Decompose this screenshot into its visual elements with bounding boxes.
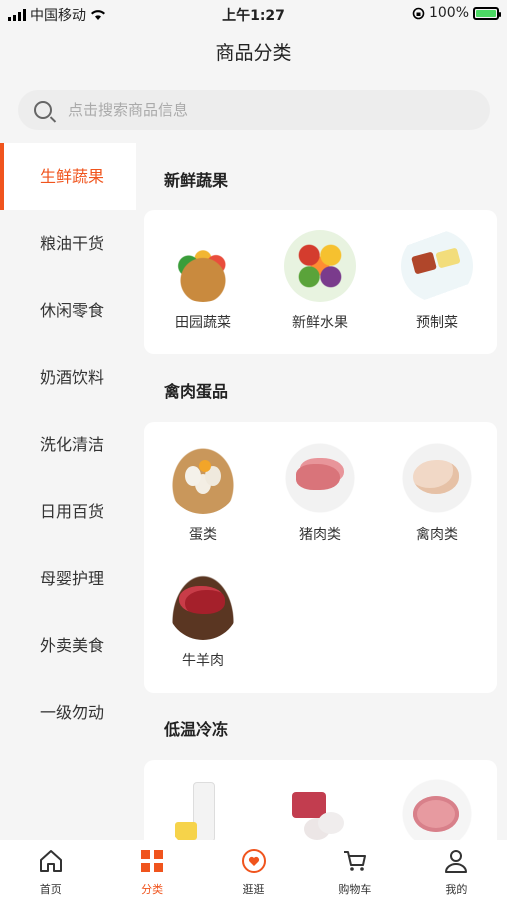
sidebar-item-snacks[interactable]: 休闲零食	[0, 277, 136, 344]
tab-label: 购物车	[338, 883, 372, 896]
section-title: 禽肉蛋品	[164, 382, 229, 401]
status-right: 100%	[412, 5, 501, 21]
subcategory-item[interactable]: 新鲜水果	[265, 230, 375, 332]
cart-icon	[343, 851, 366, 871]
vegetable-basket-image	[167, 230, 239, 302]
subcategory-card: 田园蔬菜 新鲜水果 预制菜	[144, 210, 497, 354]
sidebar-item-fresh-produce[interactable]: 生鲜蔬果	[0, 143, 136, 210]
search-input[interactable]	[68, 101, 428, 119]
sidebar-item-baby-care[interactable]: 母婴护理	[0, 545, 136, 612]
home-icon	[39, 850, 62, 872]
subcategory-card: 蛋类 猪肉类 禽肉类 牛羊肉	[144, 422, 497, 693]
subcategory-label: 猪肉类	[299, 527, 341, 543]
subcategory-item[interactable]: 牛羊肉	[148, 568, 258, 670]
subcategory-item[interactable]	[148, 778, 258, 840]
tab-label: 分类	[141, 883, 164, 896]
subcategory-item[interactable]: 预制菜	[382, 230, 492, 332]
tab-label: 逛逛	[242, 883, 265, 896]
tab-home[interactable]: 首页	[0, 840, 101, 900]
sidebar-item-cleaning[interactable]: 洗化清洁	[0, 411, 136, 478]
heart-badge-icon	[241, 849, 266, 873]
subcategory-item[interactable]: 蛋类	[148, 442, 258, 544]
category-content: 新鲜蔬果 田园蔬菜 新鲜水果 预制菜 禽肉蛋品 蛋类 猪肉类 禽肉类 牛羊肉 低…	[136, 143, 507, 840]
orientation-lock-icon	[412, 7, 425, 19]
bottom-tab-bar: 首页 分类 逛逛 购物车 我的	[0, 840, 507, 900]
category-sidebar: 生鲜蔬果 粮油干货 休闲零食 奶酒饮料 洗化清洁 日用百货 母婴护理 外卖美食 …	[0, 143, 136, 840]
subcategory-label: 牛羊肉	[182, 653, 224, 669]
tab-label: 首页	[39, 883, 62, 896]
fruit-platter-image	[284, 230, 356, 302]
yogurt-image	[167, 778, 239, 840]
ham-image	[401, 778, 473, 840]
eggs-image	[167, 442, 239, 514]
page-title: 商品分类	[0, 28, 507, 78]
battery-percent: 100%	[428, 5, 469, 21]
frozen-dumpling-image	[284, 778, 356, 840]
beef-image	[167, 568, 239, 640]
sidebar-item-takeout[interactable]: 外卖美食	[0, 612, 136, 679]
sidebar-item-daily-goods[interactable]: 日用百货	[0, 478, 136, 545]
sidebar-item-grain-oil[interactable]: 粮油干货	[0, 210, 136, 277]
pork-image	[284, 442, 356, 514]
tab-cart[interactable]: 购物车	[304, 840, 405, 900]
tab-profile[interactable]: 我的	[406, 840, 507, 900]
subcategory-label: 蛋类	[189, 527, 217, 543]
category-icon	[141, 850, 164, 872]
subcategory-label: 预制菜	[416, 315, 458, 331]
search-bar[interactable]	[18, 90, 490, 130]
subcategory-item[interactable]	[265, 778, 375, 840]
section-title: 新鲜蔬果	[164, 171, 229, 190]
tab-category[interactable]: 分类	[101, 840, 202, 900]
battery-icon	[473, 6, 501, 20]
poultry-image	[401, 442, 473, 514]
search-icon	[34, 101, 52, 119]
prepared-dish-image	[401, 230, 473, 302]
tab-label: 我的	[445, 883, 468, 896]
sidebar-item-level-one[interactable]: 一级勿动	[0, 679, 136, 746]
subcategory-label: 田园蔬菜	[175, 315, 231, 331]
subcategory-label: 新鲜水果	[292, 315, 348, 331]
sidebar-item-drinks[interactable]: 奶酒饮料	[0, 344, 136, 411]
subcategory-item[interactable]: 禽肉类	[382, 442, 492, 544]
section-title: 低温冷冻	[164, 720, 229, 739]
subcategory-item[interactable]	[382, 778, 492, 840]
tab-browse[interactable]: 逛逛	[203, 840, 304, 900]
subcategory-card	[144, 760, 497, 840]
subcategory-label: 禽肉类	[416, 527, 458, 543]
user-icon	[445, 850, 468, 873]
status-bar: 中国移动 上午1:27 100%	[0, 0, 507, 28]
subcategory-item[interactable]: 猪肉类	[265, 442, 375, 544]
subcategory-item[interactable]: 田园蔬菜	[148, 230, 258, 332]
